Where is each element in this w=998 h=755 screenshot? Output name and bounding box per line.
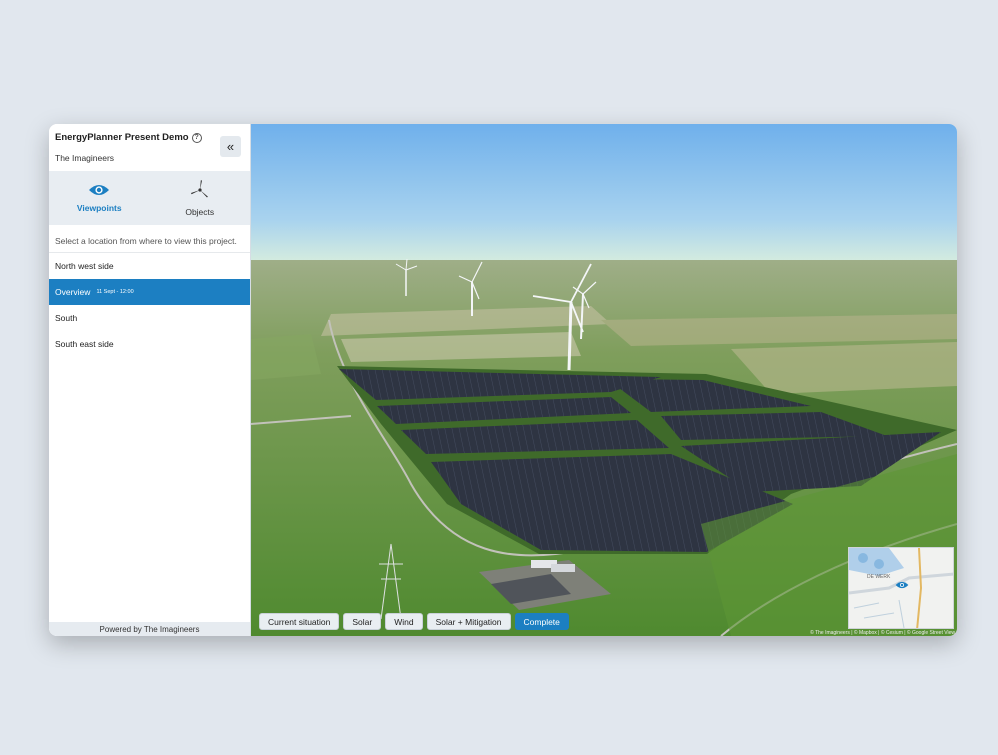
- eye-icon: [89, 185, 110, 195]
- viewpoint-timestamp: 11 Sept - 12:00: [96, 289, 134, 295]
- viewpoint-label: South: [55, 313, 78, 323]
- wind-turbine-icon: [190, 180, 208, 198]
- page-title: EnergyPlanner Present Demo ?: [55, 132, 244, 143]
- sidebar: EnergyPlanner Present Demo ? The Imagine…: [49, 124, 251, 636]
- sidebar-header: EnergyPlanner Present Demo ? The Imagine…: [49, 124, 250, 171]
- mode-button-complete[interactable]: Complete: [514, 613, 569, 630]
- viewpoint-label: South east side: [55, 339, 114, 349]
- 3d-map-viewport[interactable]: Current situation Solar Wind Solar + Mit…: [251, 124, 957, 636]
- minimap-camera-eye-icon: [895, 581, 909, 589]
- map-attribution[interactable]: © The Imagineers | © Mapbox | © Cesium |…: [810, 630, 955, 636]
- sidebar-footer: Powered by The Imagineers: [49, 622, 250, 636]
- tab-objects[interactable]: Objects: [150, 171, 251, 225]
- project-title: EnergyPlanner Present Demo: [55, 132, 189, 143]
- viewpoint-item[interactable]: South: [49, 305, 250, 331]
- tab-viewpoints[interactable]: Viewpoints: [49, 171, 150, 225]
- organization-name: The Imagineers: [55, 153, 115, 163]
- viewpoint-list: North west side Overview 11 Sept - 12:00…: [49, 253, 250, 357]
- viewpoint-item-active[interactable]: Overview 11 Sept - 12:00: [49, 279, 250, 305]
- double-chevron-left-icon: «: [226, 139, 235, 154]
- mode-button-wind[interactable]: Wind: [385, 613, 423, 630]
- minimap-place-label: DE WERK: [867, 574, 891, 580]
- app-window: EnergyPlanner Present Demo ? The Imagine…: [49, 124, 957, 636]
- minimap[interactable]: DE WERK: [848, 547, 954, 629]
- tab-objects-label: Objects: [185, 207, 215, 217]
- mode-button-solar-mitigation[interactable]: Solar + Mitigation: [426, 613, 511, 630]
- help-icon[interactable]: ?: [191, 132, 202, 143]
- screenshot-frame: EnergyPlanner Present Demo ? The Imagine…: [4, 3, 994, 751]
- mode-button-current-situation[interactable]: Current situation: [259, 613, 340, 630]
- scenario-toolbar: Current situation Solar Wind Solar + Mit…: [259, 613, 569, 630]
- viewpoint-item[interactable]: South east side: [49, 331, 250, 357]
- viewpoint-item[interactable]: North west side: [49, 253, 250, 279]
- viewpoint-label: North west side: [55, 261, 114, 271]
- tab-viewpoints-label: Viewpoints: [76, 203, 122, 213]
- viewpoint-label: Overview: [55, 287, 91, 297]
- mode-button-solar[interactable]: Solar: [343, 613, 382, 630]
- viewpoints-description: Select a location from where to view thi…: [49, 225, 250, 253]
- sky: [251, 124, 957, 262]
- sidebar-tabs: Viewpoints Objects: [49, 171, 250, 225]
- collapse-sidebar-button[interactable]: «: [220, 136, 241, 157]
